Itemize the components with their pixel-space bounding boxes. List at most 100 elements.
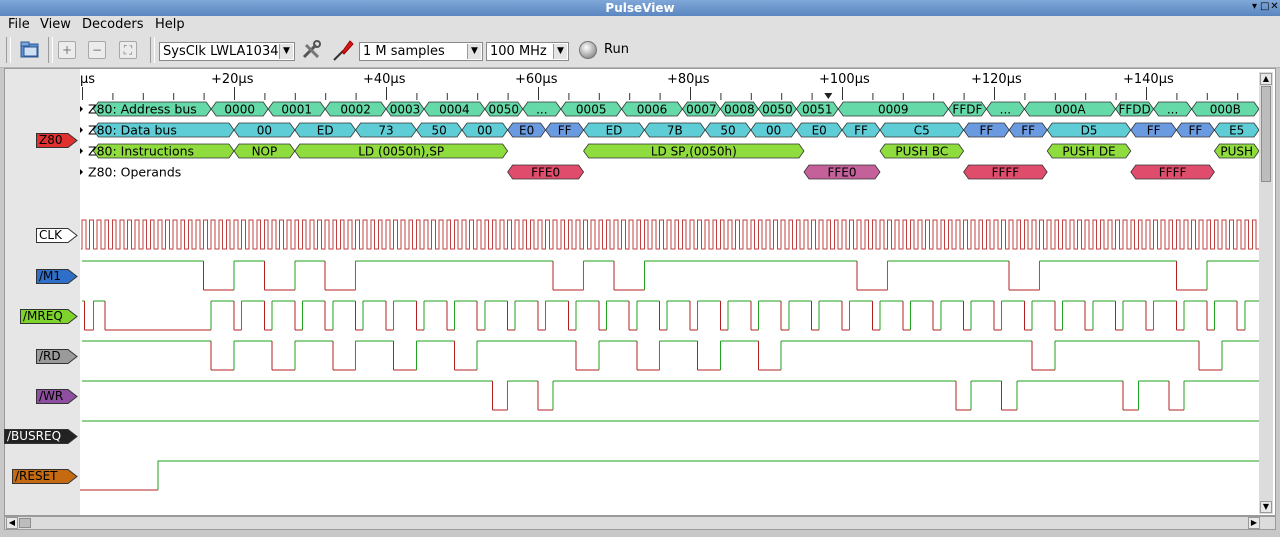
- annotation-text: ED: [606, 124, 623, 138]
- annotation-text: 000A: [1054, 103, 1086, 117]
- annotation-text: FF: [558, 124, 572, 138]
- window-title: PulseView: [605, 1, 675, 15]
- annotation-text: E0: [812, 124, 827, 138]
- signal-trace-clk: [81, 219, 1260, 250]
- signal-label-mreq-text: /MREQ: [23, 309, 63, 323]
- annotation-text: 0006: [637, 103, 668, 117]
- annotation-text: 0007: [686, 103, 717, 117]
- signal-label-rd-text: /RD: [39, 349, 61, 363]
- open-icon[interactable]: [19, 40, 41, 60]
- ruler-label: +80µs: [667, 72, 710, 87]
- ruler-label: +140µs: [1123, 72, 1174, 87]
- annotation-text: ...: [1167, 103, 1178, 117]
- trace-area[interactable]: 0000 0001 0002 0003 0004 0050... 0005 0006 0007 0…: [80, 100, 1260, 514]
- maximize-icon[interactable]: □: [1260, 2, 1269, 12]
- scroll-right-icon[interactable]: ▶: [1248, 517, 1260, 529]
- signal-label-wr[interactable]: /WR: [36, 389, 78, 404]
- menu-file[interactable]: File: [8, 16, 30, 33]
- row-expand-icon: [80, 127, 83, 133]
- chevron-down-icon: ▼: [467, 44, 481, 59]
- ruler-label: µs: [80, 72, 95, 87]
- annotation-text: 00: [477, 124, 492, 138]
- annotation-text: 0002: [340, 103, 371, 117]
- menu-help[interactable]: Help: [155, 16, 185, 33]
- horizontal-scroll-thumb[interactable]: [19, 518, 31, 528]
- annotation-text: ED: [317, 124, 334, 138]
- samples-select[interactable]: 1 M samples ▼: [359, 42, 483, 61]
- ruler-label: +100µs: [819, 72, 870, 87]
- decoder-label-z80-text: Z80: [39, 133, 63, 147]
- signal-label-m1-text: /M1: [39, 269, 62, 283]
- vertical-scroll-thumb[interactable]: [1261, 86, 1271, 182]
- annotation-text: PUSH BC: [895, 145, 948, 159]
- horizontal-scrollbar[interactable]: ◀ ▶: [4, 516, 1276, 530]
- close-icon[interactable]: ✕: [1270, 2, 1279, 12]
- run-label: Run: [604, 42, 629, 57]
- signal-label-clk-text: CLK: [39, 228, 62, 242]
- annotation-text: FFDF: [952, 103, 982, 117]
- time-ruler[interactable]: µs +20µs +40µs +60µs +80µs +100µs +120µs +140µs: [80, 69, 1260, 100]
- zoom-in-icon[interactable]: +: [58, 41, 76, 59]
- zoom-fit-icon[interactable]: ⛶: [119, 41, 137, 59]
- signal-label-rd[interactable]: /RD: [36, 349, 78, 364]
- annotation-text: E5: [1229, 124, 1244, 138]
- scroll-down-icon[interactable]: ▼: [1260, 501, 1272, 513]
- decoder-label-z80[interactable]: Z80: [36, 133, 78, 148]
- annotation-text: 000B: [1210, 103, 1241, 117]
- annotation-text: PUSH DE: [1062, 145, 1115, 159]
- run-status-led-icon: [579, 41, 597, 59]
- annotation-text: FFFF: [1159, 166, 1187, 180]
- annotation-text: FF: [854, 124, 868, 138]
- signal-label-mreq[interactable]: /MREQ: [20, 309, 78, 324]
- signal-label-clk[interactable]: CLK: [36, 228, 78, 243]
- samples-value: 1 M samples: [363, 44, 445, 59]
- chevron-down-icon: ▼: [553, 44, 567, 59]
- trace-view[interactable]: µs +20µs +40µs +60µs +80µs +100µs +120µs +140µs…: [4, 68, 1276, 516]
- annotation-text: 0009: [878, 103, 909, 117]
- menubar: File View Decoders Help: [0, 16, 1280, 33]
- vertical-scrollbar[interactable]: ▲ ▼: [1259, 72, 1273, 514]
- ruler-ticks: µs +20µs +40µs +60µs +80µs +100µs +120µs +140µs: [80, 72, 1239, 100]
- signal-label-wr-text: /WR: [39, 389, 64, 403]
- annotation-text: D5: [1081, 124, 1098, 138]
- samplerate-select[interactable]: 100 MHz ▼: [486, 42, 569, 61]
- signal-label-busreq[interactable]: /BUSREQ: [4, 429, 78, 444]
- decoder-row-label: Z80: Data bus: [88, 123, 177, 138]
- menu-decoders[interactable]: Decoders: [82, 16, 143, 33]
- annotation-text: FFDD: [1118, 103, 1150, 117]
- signal-label-busreq-text: /BUSREQ: [7, 429, 62, 443]
- probes-icon[interactable]: [331, 38, 355, 62]
- row-expand-icon: [80, 169, 83, 175]
- annotation-text: ...: [536, 103, 547, 117]
- row-expand-icon: [80, 106, 83, 112]
- annotation-text: FFE0: [827, 166, 856, 180]
- zoom-out-icon[interactable]: −: [88, 41, 106, 59]
- annotation-text: LD SP,(0050h): [651, 145, 737, 159]
- annotation-text: 73: [378, 124, 393, 138]
- decoder-row-label: Z80: Address bus: [88, 102, 197, 117]
- signal-label-m1[interactable]: /M1: [36, 269, 78, 284]
- annotation-text: 7B: [667, 124, 683, 138]
- toolbar-grip: [6, 37, 11, 63]
- annotation-text: 0005: [576, 103, 607, 117]
- ruler-label: +120µs: [971, 72, 1022, 87]
- configure-device-icon[interactable]: [300, 39, 324, 61]
- signal-label-reset[interactable]: /RESET: [12, 469, 78, 484]
- minimize-icon[interactable]: ▾: [1250, 2, 1259, 12]
- annotation-text: C5: [914, 124, 930, 138]
- scroll-left-icon[interactable]: ◀: [6, 517, 18, 529]
- annotation-text: LD (0050h),SP: [358, 145, 444, 159]
- device-select[interactable]: SysClk LWLA1034 ▼: [159, 42, 295, 61]
- menu-view[interactable]: View: [40, 16, 71, 33]
- decoder-row-label: Z80: Instructions: [88, 144, 194, 159]
- annotation-text: 0003: [390, 103, 421, 117]
- ruler-label: +20µs: [211, 72, 254, 87]
- device-value: SysClk LWLA1034: [163, 44, 279, 59]
- annotation-text: 00: [257, 124, 272, 138]
- annotation-text: 50: [432, 124, 447, 138]
- decoder-row-label: Z80: Operands: [88, 165, 181, 180]
- annotation-text: FF: [1021, 124, 1035, 138]
- scroll-up-icon[interactable]: ▲: [1260, 73, 1272, 85]
- ruler-label: +60µs: [515, 72, 558, 87]
- annotation-text: 0001: [281, 103, 312, 117]
